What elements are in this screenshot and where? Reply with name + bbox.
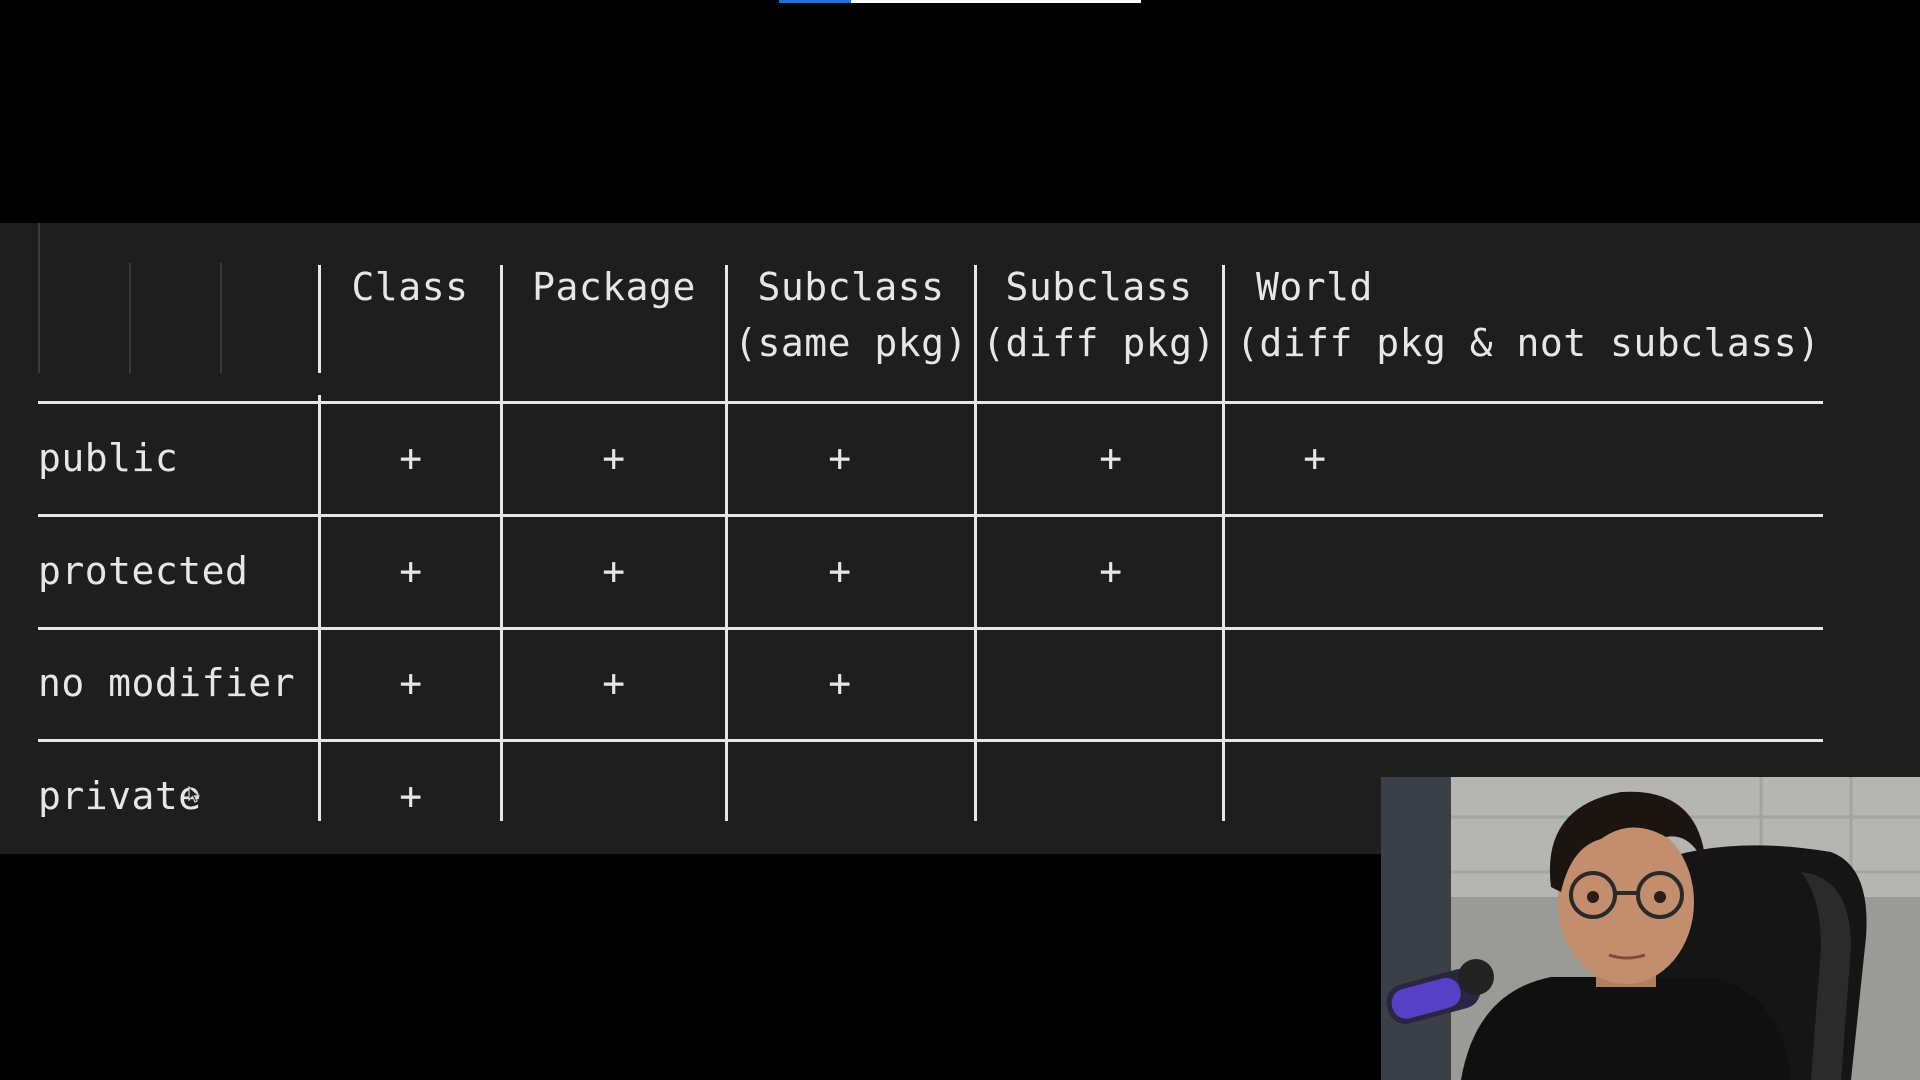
access-cell: +	[399, 549, 423, 593]
column-separator	[1222, 265, 1225, 821]
editor-panel: Class Package Subclass (same pkg) Subcla…	[0, 223, 1920, 854]
editor-guide-line	[129, 263, 131, 373]
access-cell: +	[602, 549, 626, 593]
access-cell: +	[602, 436, 626, 480]
row-label-no-modifier: no modifier	[38, 661, 296, 705]
column-separator	[974, 265, 977, 821]
access-cell: +	[828, 661, 852, 705]
column-separator	[318, 265, 321, 821]
access-cell: +	[399, 774, 423, 818]
access-cell: +	[828, 436, 852, 480]
header-subclass-same-sub: (same pkg)	[734, 321, 968, 365]
row-separator	[38, 401, 1823, 404]
access-cell: +	[602, 661, 626, 705]
header-subclass-diff: Subclass	[1005, 265, 1193, 309]
presenter-webcam	[1381, 777, 1920, 1080]
header-class: Class	[351, 265, 469, 309]
video-progress-fill	[779, 0, 852, 3]
column-separator	[500, 265, 503, 821]
access-cell: +	[1099, 549, 1123, 593]
presenter-webcam-image	[1381, 777, 1920, 1080]
mouse-cursor-icon	[188, 786, 201, 803]
access-cell: +	[828, 549, 852, 593]
header-subclass-diff-sub: (diff pkg)	[982, 321, 1216, 365]
header-subclass-same: Subclass	[757, 265, 945, 309]
header-world-sub: (diff pkg & not subclass)	[1236, 321, 1821, 365]
column-separator	[725, 265, 728, 821]
editor-guide-line	[38, 223, 40, 373]
row-separator	[38, 627, 1823, 630]
row-separator	[38, 739, 1823, 742]
access-cell: +	[399, 436, 423, 480]
row-label-protected: protected	[38, 549, 249, 593]
row-label-private: private	[38, 774, 202, 818]
row-label-public: public	[38, 436, 179, 480]
row-separator	[38, 514, 1823, 517]
header-package: Package	[532, 265, 696, 309]
video-progress-bar[interactable]	[779, 0, 1141, 3]
access-cell: +	[1099, 436, 1123, 480]
editor-guide-line	[220, 263, 222, 373]
access-cell: +	[399, 661, 423, 705]
header-world: World	[1256, 265, 1373, 309]
access-cell: +	[1303, 436, 1327, 480]
